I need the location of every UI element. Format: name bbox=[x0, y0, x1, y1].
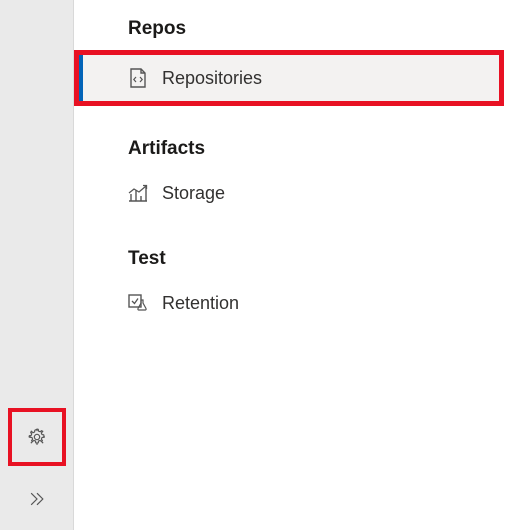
settings-button[interactable] bbox=[12, 412, 62, 462]
repositories-highlight-box: Repositories bbox=[74, 50, 504, 106]
section-header-artifacts: Artifacts bbox=[74, 126, 512, 170]
gear-icon bbox=[27, 427, 47, 447]
nav-item-label: Retention bbox=[162, 293, 239, 314]
nav-item-repositories[interactable]: Repositories bbox=[79, 55, 499, 101]
chart-icon bbox=[128, 183, 148, 203]
nav-item-label: Repositories bbox=[162, 68, 262, 89]
section-header-test: Test bbox=[74, 236, 512, 280]
settings-button-highlight bbox=[8, 408, 66, 466]
flask-check-icon bbox=[128, 293, 148, 313]
settings-nav-panel: Repos Repositories Artifacts Storage bbox=[74, 0, 512, 530]
left-rail bbox=[0, 0, 74, 530]
section-header-repos: Repos bbox=[74, 6, 512, 50]
nav-item-label: Storage bbox=[162, 183, 225, 204]
code-file-icon bbox=[128, 68, 148, 88]
nav-item-retention[interactable]: Retention bbox=[74, 280, 512, 326]
expand-button[interactable] bbox=[12, 474, 62, 524]
nav-item-storage[interactable]: Storage bbox=[74, 170, 512, 216]
chevron-double-right-icon bbox=[27, 489, 47, 509]
